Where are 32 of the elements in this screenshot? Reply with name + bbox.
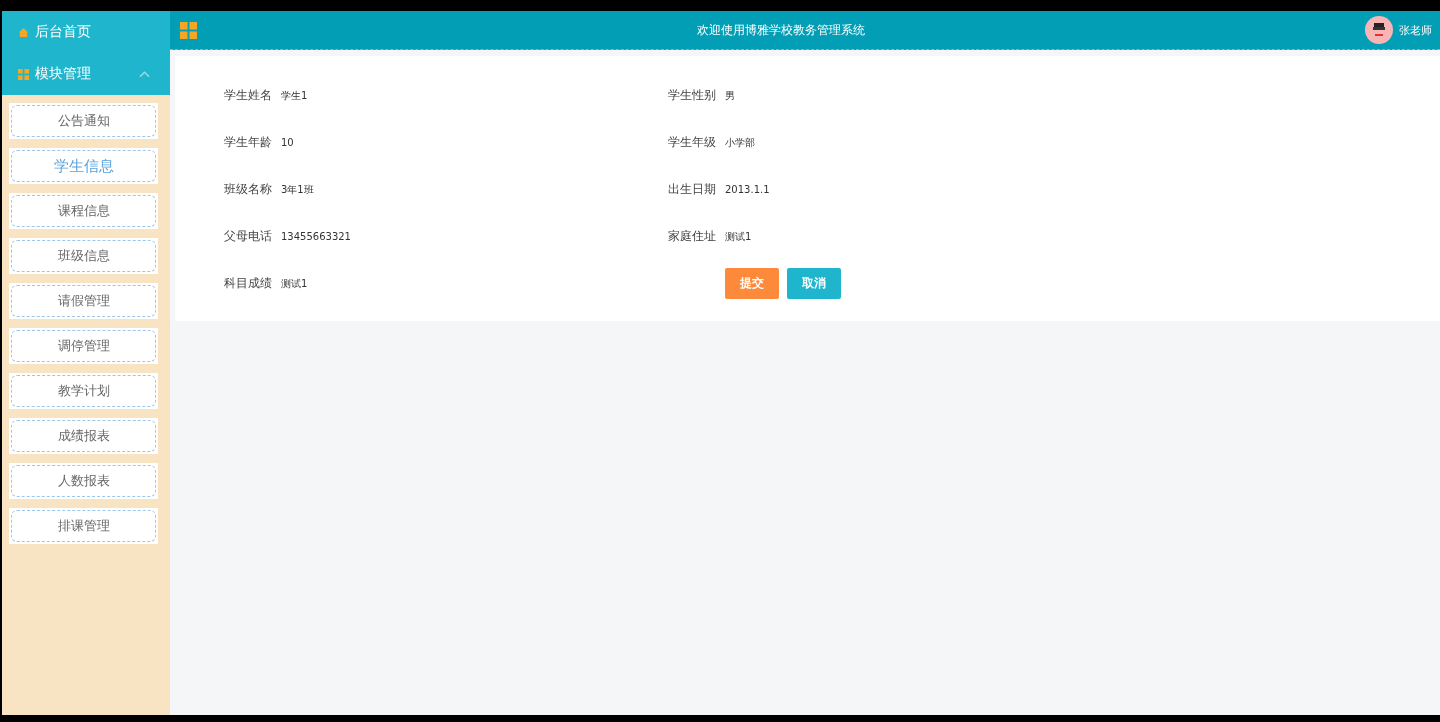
field-value: 10 <box>281 137 294 148</box>
field-value: 男 <box>725 88 735 103</box>
field-value: 小学部 <box>725 135 755 150</box>
menu-item[interactable]: 班级信息 <box>11 240 156 272</box>
user-name[interactable]: 张老师 <box>1399 22 1432 38</box>
field-label: 父母电话 <box>224 228 272 245</box>
menu-item[interactable]: 教学计划 <box>11 375 156 407</box>
field-label: 学生姓名 <box>224 87 272 104</box>
menu-item[interactable]: 课程信息 <box>11 195 156 227</box>
field-label: 家庭住址 <box>668 228 716 245</box>
field-label: 班级名称 <box>224 181 272 198</box>
field-label: 学生年龄 <box>224 134 272 151</box>
field-value: 13455663321 <box>281 231 351 242</box>
field-label: 科目成绩 <box>224 275 272 292</box>
field-value: 3年1班 <box>281 182 314 197</box>
menu-item[interactable]: 调停管理 <box>11 330 156 362</box>
app-title: 欢迎使用博雅学校教务管理系统 <box>696 21 866 39</box>
field-value: 学生1 <box>281 88 308 103</box>
menu-item[interactable]: 成绩报表 <box>11 420 156 452</box>
home-icon <box>18 26 29 38</box>
menu-item[interactable]: 请假管理 <box>11 285 156 317</box>
field-value: 测试1 <box>725 229 752 244</box>
field-value: 2013.1.1 <box>725 184 770 195</box>
menu-item[interactable]: 人数报表 <box>11 465 156 497</box>
field-value: 测试1 <box>281 276 308 291</box>
grid-icon <box>18 68 29 80</box>
menu-item[interactable]: 排课管理 <box>11 510 156 542</box>
field-label: 学生年级 <box>668 134 716 151</box>
field-label: 学生性别 <box>668 87 716 104</box>
avatar-icon[interactable] <box>1365 16 1393 44</box>
field-label: 出生日期 <box>668 181 716 198</box>
menu-item[interactable]: 公告通知 <box>11 105 156 137</box>
